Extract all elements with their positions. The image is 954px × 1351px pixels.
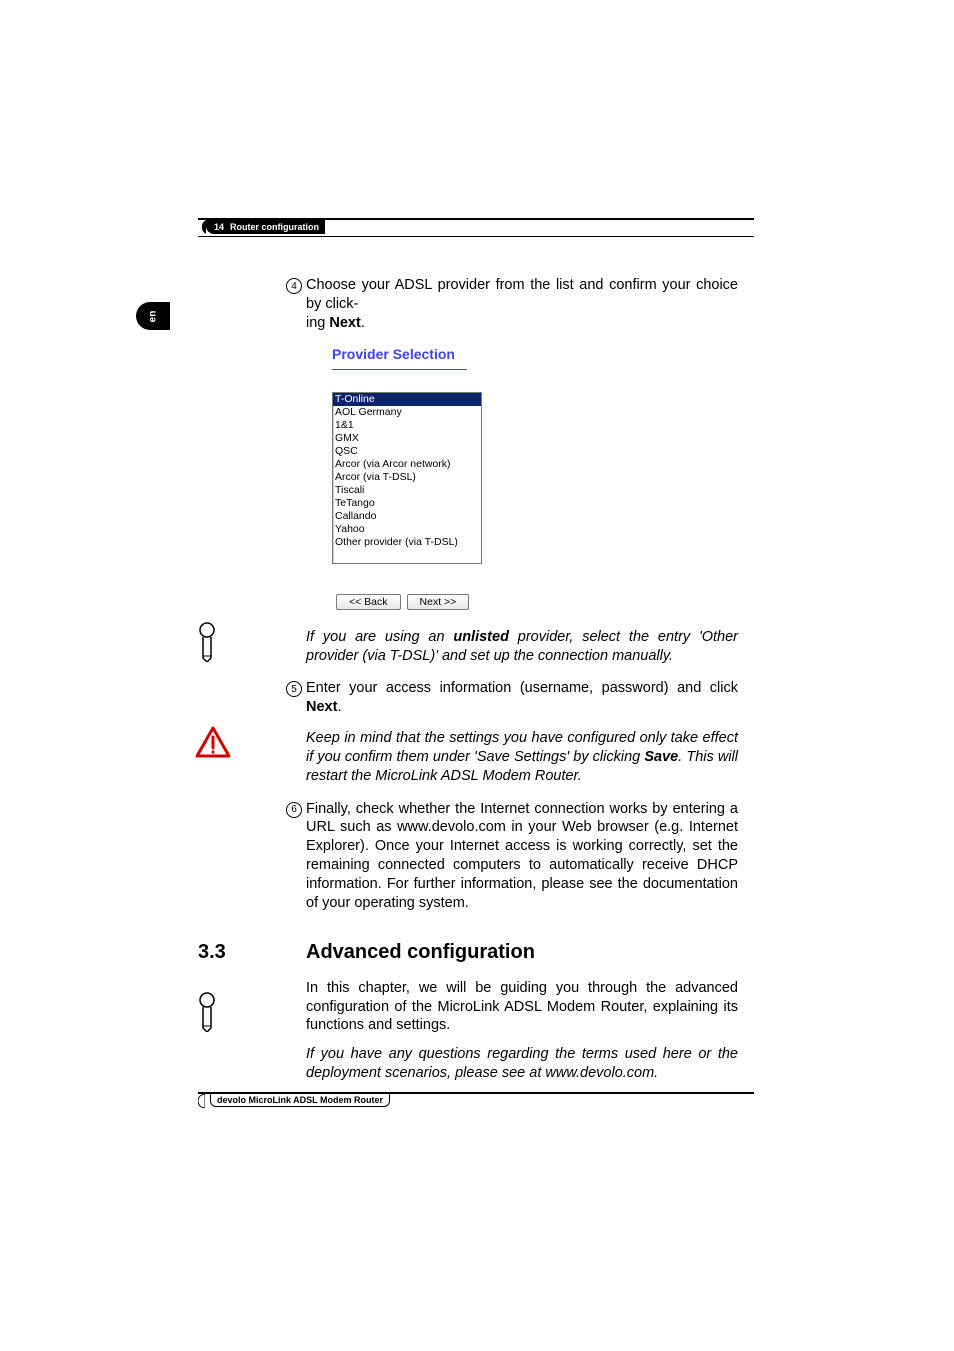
footer-lozenge-icon [198, 1094, 205, 1108]
step-number-6: 6 [286, 802, 302, 818]
header-lozenge-icon [198, 220, 206, 234]
wizard-button-row: << Back Next >> [336, 594, 738, 610]
pencil-note-icon [195, 622, 219, 662]
provider-option[interactable]: Yahoo [333, 523, 481, 536]
provider-selection-divider [332, 369, 467, 370]
header-rule-bottom [198, 236, 754, 237]
step-4: 4 Choose your ADSL provider from the lis… [306, 276, 738, 333]
provider-option[interactable]: TeTango [333, 497, 481, 510]
provider-option[interactable]: Tiscali [333, 484, 481, 497]
chapter-title: Router configuration [230, 220, 319, 234]
provider-selection-block: Provider Selection T-Online AOL Germany … [332, 345, 738, 610]
provider-option-selected[interactable]: T-Online [333, 393, 481, 406]
page-number: 14 [214, 220, 224, 234]
note-unlisted-provider: If you are using an unlisted provider, s… [306, 628, 738, 666]
provider-selection-title: Provider Selection [332, 345, 738, 363]
provider-option[interactable]: 1&1 [333, 419, 481, 432]
provider-option[interactable]: Arcor (via T-DSL) [333, 471, 481, 484]
header-chip: 14 Router configuration [206, 220, 325, 234]
step-number-4: 4 [286, 278, 302, 294]
step-4-text-line1: Choose your ADSL provider from the list … [306, 277, 738, 312]
section-title: Advanced configuration [306, 939, 738, 965]
provider-option[interactable]: Other provider (via T-DSL) [333, 536, 481, 549]
section-intro: In this chapter, we will be guiding you … [306, 979, 738, 1036]
step-number-5: 5 [286, 681, 302, 697]
provider-option[interactable]: GMX [333, 432, 481, 445]
note-save-settings: Keep in mind that the settings you have … [306, 729, 738, 786]
step-5-text-a: Enter your access information (username,… [306, 680, 738, 696]
note-unlisted-a: If you are using an [306, 629, 453, 645]
note-unlisted-bold: unlisted [453, 629, 509, 645]
footer-chip: devolo MicroLink ADSL Modem Router [210, 1094, 390, 1107]
body-content: 4 Choose your ADSL provider from the lis… [306, 276, 738, 1083]
step-5-next-bold: Next [306, 699, 337, 715]
pencil-note-icon [195, 992, 219, 1032]
language-label: en [147, 310, 158, 322]
page-footer: devolo MicroLink ADSL Modem Router [198, 1092, 754, 1108]
provider-option[interactable]: AOL Germany [333, 406, 481, 419]
back-button[interactable]: << Back [336, 594, 401, 610]
warning-icon [195, 726, 231, 760]
step-5-text-b: . [337, 699, 341, 715]
step-4-next-bold: Next [329, 315, 360, 331]
step-6-text: Finally, check whether the Internet conn… [306, 801, 738, 911]
step-4-text-line2b: . [361, 315, 365, 331]
step-4-text-line2a: ing [306, 315, 329, 331]
footer-text: devolo MicroLink ADSL Modem Router [217, 1095, 383, 1105]
provider-option[interactable]: Arcor (via Arcor network) [333, 458, 481, 471]
step-5: 5 Enter your access information (usernam… [306, 679, 738, 717]
step-6: 6 Finally, check whether the Internet co… [306, 800, 738, 913]
next-button[interactable]: Next >> [407, 594, 470, 610]
provider-option[interactable]: QSC [333, 445, 481, 458]
provider-listbox[interactable]: T-Online AOL Germany 1&1 GMX QSC Arcor (… [332, 392, 482, 564]
note-questions: If you have any questions regarding the … [306, 1045, 738, 1083]
section-number: 3.3 [198, 939, 226, 965]
page-header: 14 Router configuration [198, 218, 754, 237]
provider-option[interactable]: Callando [333, 510, 481, 523]
note-save-bold: Save [644, 749, 678, 765]
language-tab: en [136, 302, 170, 330]
